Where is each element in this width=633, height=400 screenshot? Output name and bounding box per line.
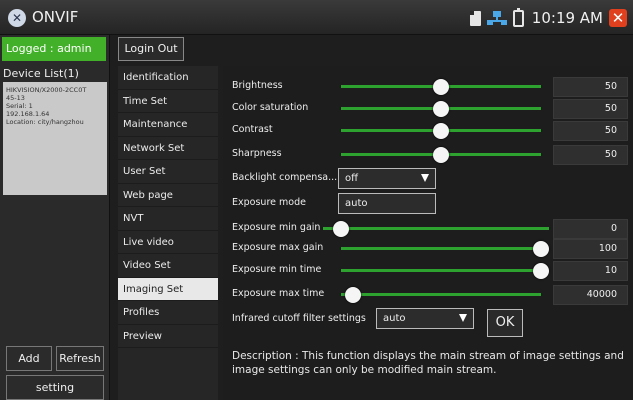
- exp-max-time-value[interactable]: 40000: [553, 285, 628, 305]
- menu-item-nvt[interactable]: NVT: [118, 207, 218, 231]
- ir-cutoff-selected-value: auto: [383, 313, 406, 324]
- device-list-item[interactable]: HIKVISION/X2000-2CC0T 45-13 Serial: 1 19…: [3, 82, 107, 195]
- exp-max-time-slider[interactable]: [341, 293, 541, 296]
- close-icon[interactable]: ✕: [609, 9, 627, 27]
- login-out-button[interactable]: Login Out: [118, 37, 184, 61]
- backlight-row: Backlight compensa... off: [223, 167, 628, 190]
- device-ip: 192.168.1.64: [6, 110, 50, 118]
- exp-min-time-value[interactable]: 10: [553, 261, 628, 281]
- menu-item-identification[interactable]: Identification: [118, 66, 218, 90]
- add-device-button[interactable]: Add: [6, 346, 52, 371]
- sharpness-label: Sharpness: [232, 148, 282, 159]
- saturation-label: Color saturation: [232, 102, 309, 113]
- brightness-slider-thumb[interactable]: [433, 79, 449, 95]
- battery-icon: [512, 7, 524, 27]
- sharpness-value[interactable]: 50: [553, 145, 628, 165]
- menu-item-video-set[interactable]: Video Set: [118, 254, 218, 278]
- exposure-mode-value: auto: [345, 198, 368, 209]
- exp-max-gain-value[interactable]: 100: [553, 239, 628, 259]
- device-serial: Serial: 1: [6, 102, 33, 110]
- ir-cutoff-label: Infrared cutoff filter settings: [232, 313, 366, 324]
- menu-item-user-set[interactable]: User Set: [118, 160, 218, 184]
- device-list-title: Device List(1): [3, 67, 79, 80]
- device-name: HIKVISION/X2000-2CC0T: [6, 86, 87, 94]
- menu-item-time-set[interactable]: Time Set: [118, 90, 218, 113]
- exp-max-gain-slider[interactable]: [341, 247, 541, 250]
- exp-max-time-label: Exposure max time: [232, 288, 325, 299]
- contrast-value[interactable]: 50: [553, 121, 628, 141]
- settings-menu: Identification Time Set Maintenance Netw…: [118, 66, 218, 400]
- exp-max-gain-slider-thumb[interactable]: [533, 241, 549, 257]
- dropdown-arrow-icon: [459, 314, 467, 322]
- exposure-mode-row: Exposure mode auto: [223, 192, 628, 215]
- menu-item-profiles[interactable]: Profiles: [118, 301, 218, 325]
- saturation-value[interactable]: 50: [553, 99, 628, 119]
- contrast-row: Contrast 50: [223, 119, 628, 142]
- brightness-label: Brightness: [232, 80, 283, 91]
- menu-item-live-video[interactable]: Live video: [118, 231, 218, 254]
- sharpness-slider-thumb[interactable]: [433, 147, 449, 163]
- contrast-slider-thumb[interactable]: [433, 123, 449, 139]
- ir-cutoff-row: Infrared cutoff filter settings auto: [223, 308, 628, 331]
- saturation-row: Color saturation 50: [223, 97, 628, 120]
- exp-max-gain-row: Exposure max gain 100: [223, 237, 628, 260]
- sd-card-icon: [469, 10, 481, 26]
- exp-max-time-row: Exposure max time 40000: [223, 283, 628, 306]
- menu-item-web-page[interactable]: Web page: [118, 184, 218, 207]
- title-bar: ✕ ONVIF 10:19 AM ✕: [0, 0, 633, 35]
- setting-button[interactable]: setting: [6, 375, 104, 400]
- contrast-label: Contrast: [232, 124, 273, 135]
- logged-status: Logged : admin: [2, 37, 106, 61]
- exp-min-time-slider[interactable]: [341, 269, 541, 272]
- exp-max-time-slider-thumb[interactable]: [345, 287, 361, 303]
- ir-cutoff-select[interactable]: auto: [376, 308, 474, 329]
- description-text: Description : This function displays the…: [232, 350, 624, 376]
- clock: 10:19 AM: [531, 9, 603, 27]
- exp-min-time-row: Exposure min time 10: [223, 259, 628, 282]
- saturation-slider-thumb[interactable]: [433, 101, 449, 117]
- exp-min-time-label: Exposure min time: [232, 264, 322, 275]
- imaging-settings-panel: Brightness 50 Color saturation 50 Contra…: [223, 66, 633, 400]
- app-title: ONVIF: [32, 8, 79, 26]
- exp-max-gain-label: Exposure max gain: [232, 242, 324, 253]
- exp-min-gain-value[interactable]: 0: [553, 219, 628, 239]
- exp-min-gain-slider[interactable]: [323, 227, 549, 230]
- backlight-label: Backlight compensa...: [232, 172, 338, 183]
- device-sidebar: Logged : admin Device List(1) HIKVISION/…: [0, 35, 110, 400]
- menu-item-maintenance[interactable]: Maintenance: [118, 113, 218, 137]
- exp-min-gain-label: Exposure min gain: [232, 222, 321, 233]
- menu-item-imaging-set[interactable]: Imaging Set: [118, 277, 218, 301]
- brightness-row: Brightness 50: [223, 75, 628, 98]
- status-area: 10:19 AM ✕: [469, 7, 627, 29]
- network-icon: [486, 11, 507, 25]
- backlight-selected-value: off: [345, 173, 359, 184]
- menu-item-network-set[interactable]: Network Set: [118, 137, 218, 160]
- brightness-value[interactable]: 50: [553, 77, 628, 97]
- device-model-suffix: 45-13: [6, 94, 25, 102]
- menu-item-preview[interactable]: Preview: [118, 325, 218, 348]
- ok-button[interactable]: OK: [487, 309, 523, 337]
- sharpness-row: Sharpness 50: [223, 143, 628, 166]
- device-location: Location: city/hangzhou: [6, 118, 84, 126]
- dropdown-arrow-icon: [421, 174, 429, 182]
- onvif-logo-icon: ✕: [8, 9, 26, 27]
- backlight-select[interactable]: off: [338, 168, 436, 189]
- exp-min-time-slider-thumb[interactable]: [533, 263, 549, 279]
- refresh-button[interactable]: Refresh: [56, 346, 104, 371]
- exp-min-gain-slider-thumb[interactable]: [333, 221, 349, 237]
- exposure-mode-label: Exposure mode: [232, 197, 306, 208]
- exposure-mode-field[interactable]: auto: [338, 193, 436, 214]
